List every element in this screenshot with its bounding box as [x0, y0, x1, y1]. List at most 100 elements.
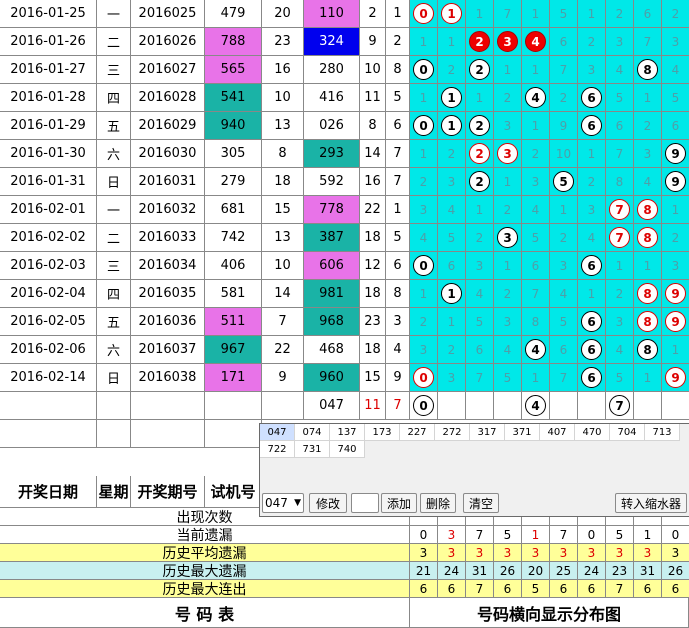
number-ball: 9 — [665, 367, 686, 388]
delete-button[interactable]: 删除 — [420, 493, 456, 513]
row-wd: 二 — [97, 224, 131, 252]
row-issue: 2016031 — [131, 168, 205, 196]
dist-cell: 4 — [438, 196, 466, 224]
row-b: 20 — [262, 0, 304, 28]
dist-cell: 2 — [662, 0, 689, 28]
panel-number[interactable]: 137 — [330, 424, 365, 441]
row-d-text: 2 — [368, 6, 377, 21]
row-d: 18 — [360, 224, 386, 252]
dist-cell: 10 — [550, 140, 578, 168]
dist-cell: 5 — [466, 308, 494, 336]
panel-number[interactable]: 722 — [260, 441, 295, 458]
dist-cell: 1 — [634, 364, 662, 392]
panel-number[interactable]: 704 — [610, 424, 645, 441]
dist-cell: 6 — [438, 252, 466, 280]
number-ball: 0 — [413, 255, 434, 276]
extra-test-number: 047 — [319, 398, 344, 413]
row-a-text: 279 — [220, 174, 246, 189]
extra-dist-cell — [578, 392, 606, 420]
panel-number[interactable]: 740 — [330, 441, 365, 458]
panel-number[interactable]: 371 — [505, 424, 540, 441]
number-ball: 0 — [413, 367, 434, 388]
dist-cell: 6 — [466, 336, 494, 364]
dist-cell: 3 — [494, 112, 522, 140]
row-c-text: 416 — [319, 90, 344, 105]
row-b-text: 13 — [274, 230, 291, 245]
row-d: 8 — [360, 112, 386, 140]
miss-count: 7 — [531, 286, 540, 301]
dist-cell: 3 — [662, 28, 689, 56]
row-c: 110 — [304, 0, 360, 28]
miss-count: 6 — [643, 6, 652, 21]
dist-cell: 5 — [438, 224, 466, 252]
dist-cell: 2 — [550, 84, 578, 112]
panel-number[interactable]: 173 — [365, 424, 400, 441]
row-wd: 日 — [97, 364, 131, 392]
blank-row — [131, 420, 205, 448]
chevron-down-icon: ▼ — [294, 498, 301, 508]
shrink-button[interactable]: 转入缩水器 — [615, 493, 687, 513]
dist-cell: 1 — [662, 196, 689, 224]
miss-count: 2 — [447, 342, 456, 357]
row-c: 960 — [304, 364, 360, 392]
stats-label: 历史最大遗漏 — [0, 562, 410, 580]
panel-number[interactable]: 074 — [295, 424, 330, 441]
row-c: 293 — [304, 140, 360, 168]
dist-cell: 6 — [578, 336, 606, 364]
extra-2 — [131, 392, 205, 420]
modify-button[interactable]: 修改 — [309, 493, 347, 513]
row-a-text: 681 — [220, 202, 246, 217]
row-e: 5 — [386, 84, 410, 112]
row-e: 4 — [386, 336, 410, 364]
dist-cell: 5 — [550, 0, 578, 28]
row-b-text: 14 — [274, 286, 291, 301]
miss-count: 2 — [531, 146, 540, 161]
dist-cell: 1 — [438, 280, 466, 308]
row-a-text: 479 — [220, 6, 246, 21]
dist-cell: 4 — [578, 224, 606, 252]
row-date: 2016-01-29 — [0, 112, 97, 140]
miss-count: 1 — [671, 342, 680, 357]
panel-number[interactable]: 272 — [435, 424, 470, 441]
panel-number[interactable]: 731 — [295, 441, 330, 458]
number-ball: 8 — [637, 227, 658, 248]
row-wd-text: 一 — [106, 8, 120, 23]
panel-number[interactable]: 713 — [645, 424, 680, 441]
miss-count: 1 — [643, 90, 652, 105]
row-b-text: 13 — [274, 118, 291, 133]
row-e-text: 2 — [393, 34, 402, 49]
dist-cell: 4 — [494, 336, 522, 364]
add-button[interactable]: 添加 — [381, 493, 417, 513]
number-input[interactable] — [351, 493, 379, 513]
row-a: 479 — [205, 0, 262, 28]
stats-value: 3 — [606, 544, 634, 562]
dist-cell: 6 — [578, 112, 606, 140]
row-e-text: 7 — [393, 174, 402, 189]
dist-cell: 1 — [550, 196, 578, 224]
row-b-text: 18 — [274, 174, 291, 189]
panel-number[interactable]: 407 — [540, 424, 575, 441]
row-b-text: 15 — [274, 202, 291, 217]
dist-cell: 2 — [550, 224, 578, 252]
row-a: 511 — [205, 308, 262, 336]
dist-cell: 1 — [522, 364, 550, 392]
row-d-text: 18 — [364, 342, 381, 357]
clear-button[interactable]: 清空 — [463, 493, 499, 513]
number-ball: 2 — [469, 59, 490, 80]
row-c: 416 — [304, 84, 360, 112]
dist-cell: 7 — [606, 224, 634, 252]
row-wd: 四 — [97, 84, 131, 112]
number-select[interactable]: 047 ▼ — [262, 493, 304, 513]
row-b-text: 7 — [278, 314, 287, 329]
number-ball: 8 — [637, 339, 658, 360]
row-e-text: 3 — [393, 314, 402, 329]
dist-cell: 8 — [634, 308, 662, 336]
row-b: 13 — [262, 112, 304, 140]
dist-cell: 3 — [410, 336, 438, 364]
panel-number[interactable]: 317 — [470, 424, 505, 441]
row-issue-text: 2016034 — [138, 258, 197, 273]
miss-count: 6 — [671, 118, 680, 133]
panel-number[interactable]: 047 — [260, 424, 295, 441]
panel-number[interactable]: 227 — [400, 424, 435, 441]
panel-number[interactable]: 470 — [575, 424, 610, 441]
